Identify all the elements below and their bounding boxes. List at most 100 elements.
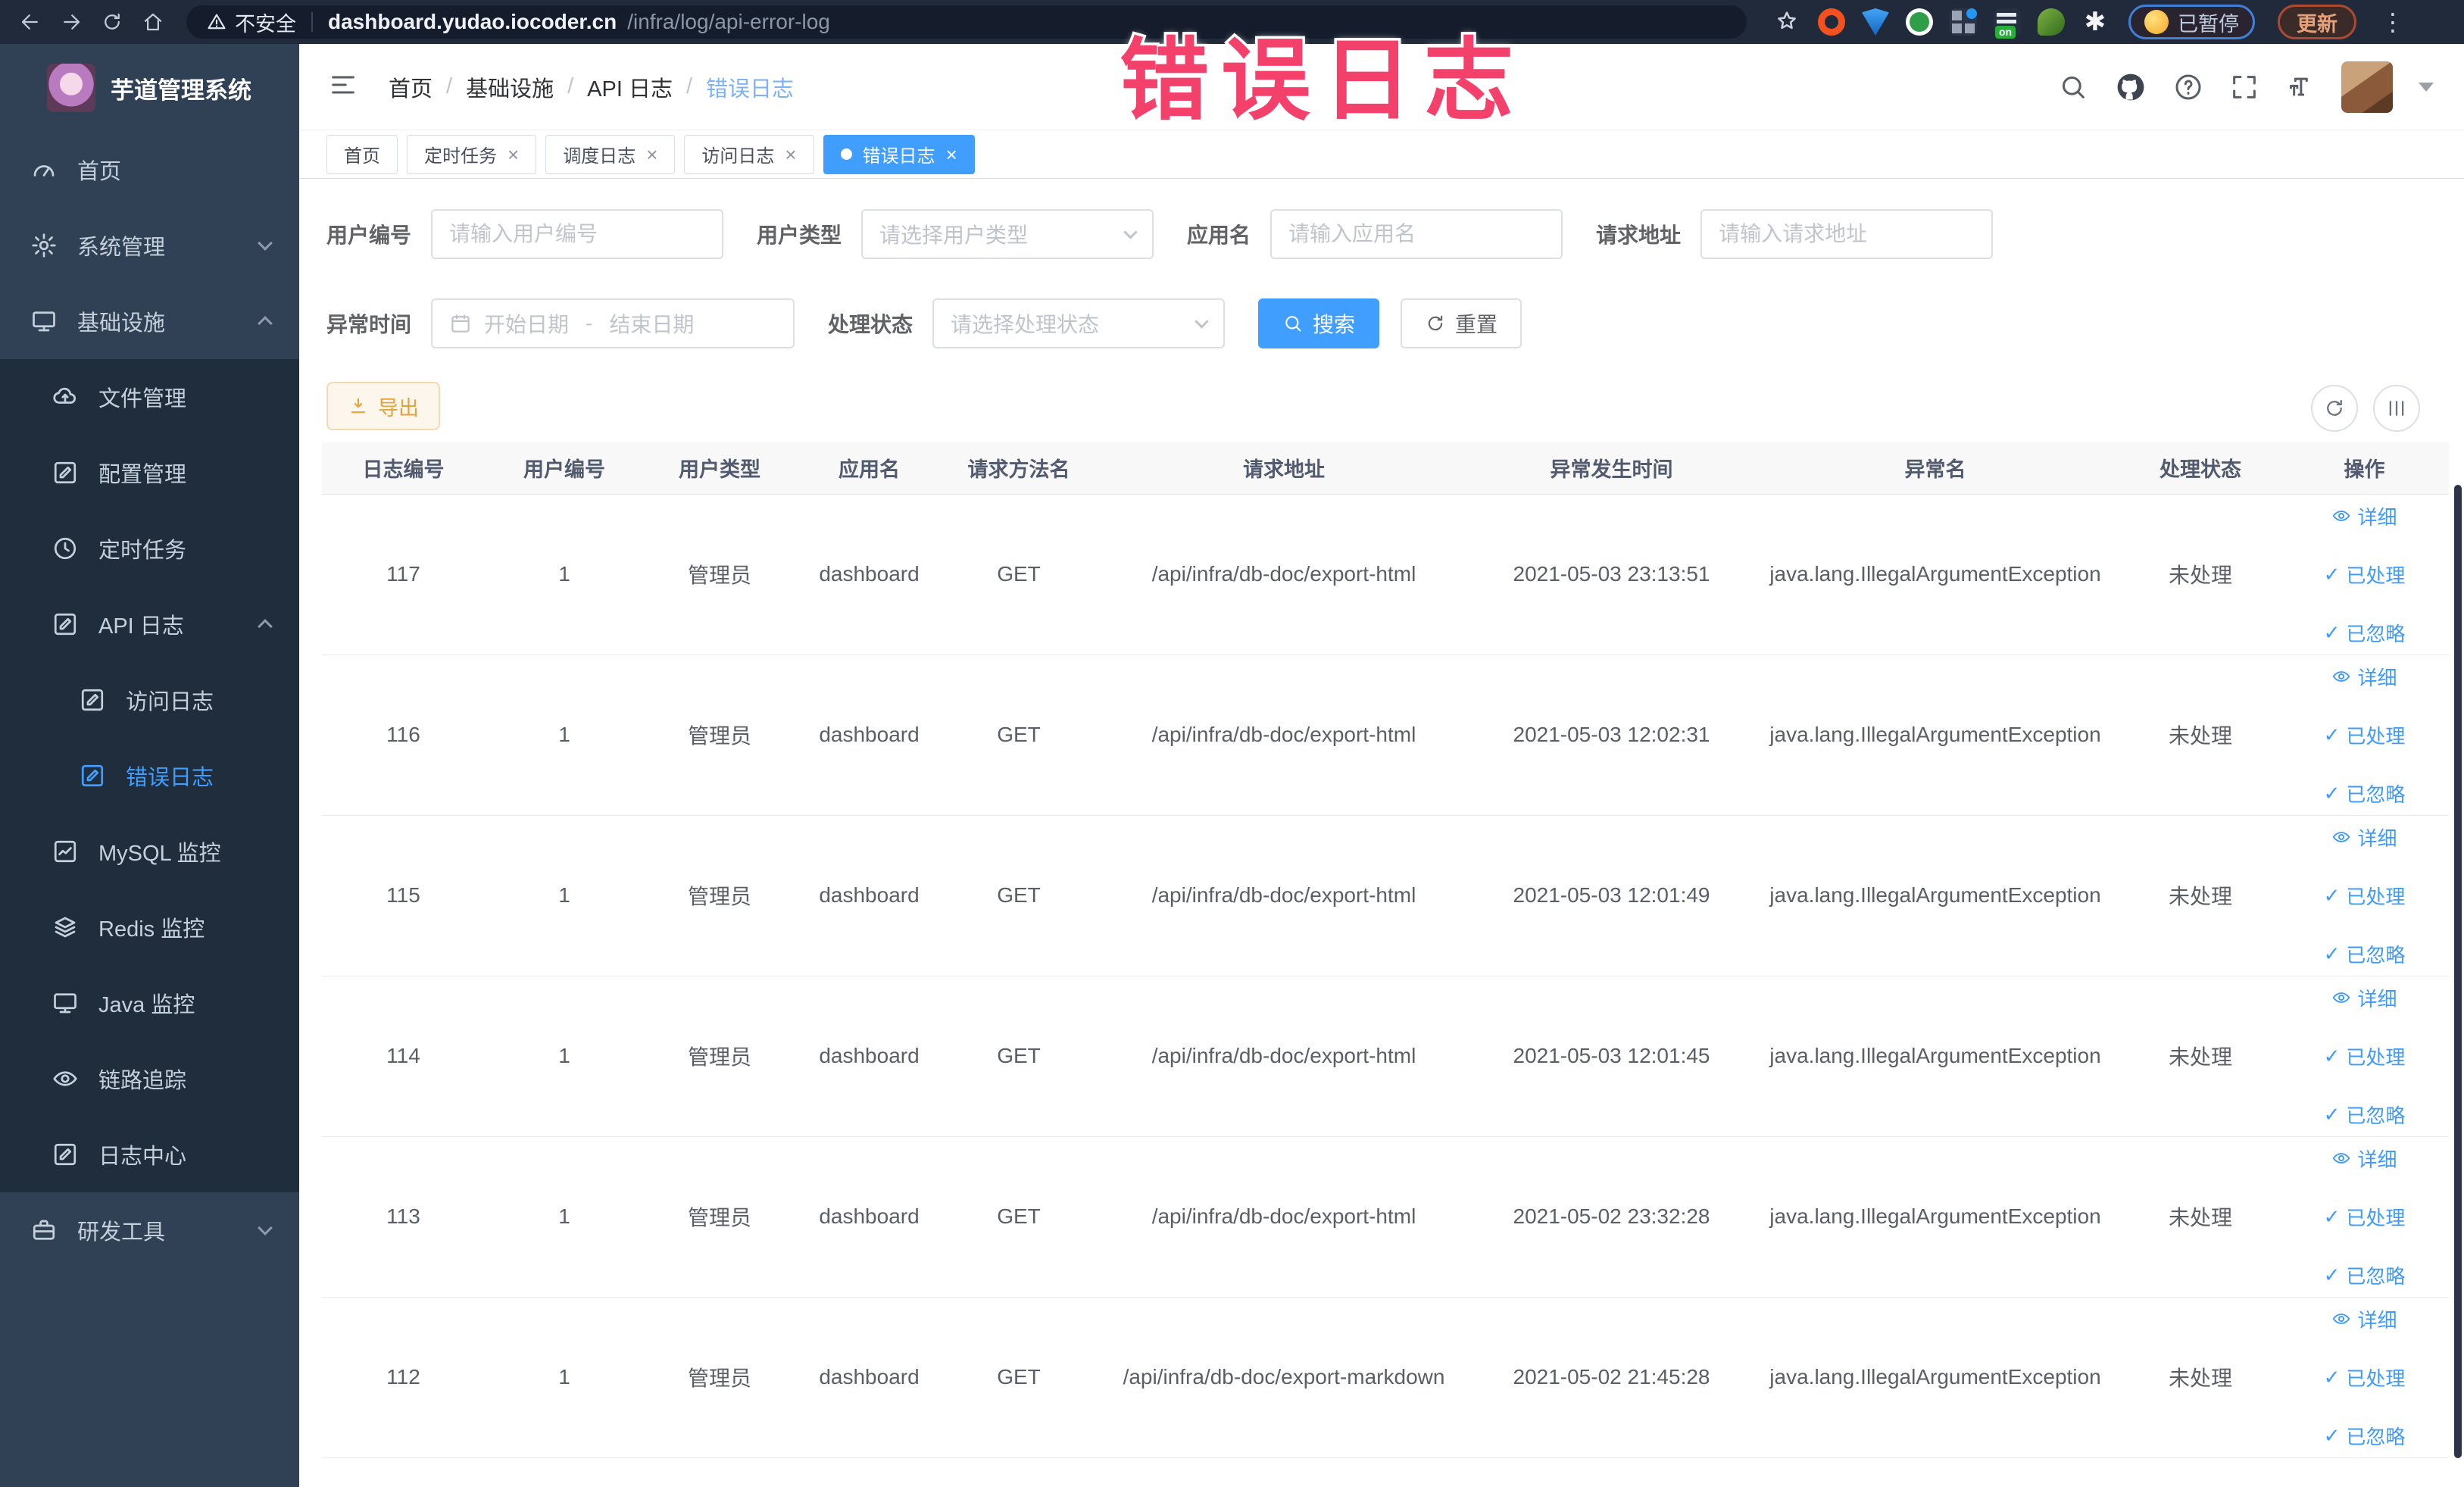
sidebar-item-tracing[interactable]: 链路追踪 <box>0 1041 299 1117</box>
github-icon[interactable] <box>2114 70 2147 104</box>
date-range-picker[interactable]: 开始日期 - 结束日期 <box>431 298 795 348</box>
mark-processed-link[interactable]: ✓ 已处理 <box>2324 561 2406 589</box>
close-icon[interactable]: × <box>646 145 657 164</box>
cell-status: 未处理 <box>2121 494 2280 655</box>
sidebar-item-dev-tools[interactable]: 研发工具 <box>0 1192 299 1268</box>
extension-orange-icon[interactable] <box>1818 8 1845 36</box>
tag-error-log[interactable]: 错误日志 × <box>823 134 975 174</box>
sidebar-item-api-log[interactable]: API 日志 <box>0 586 299 662</box>
font-size-icon[interactable] <box>2285 72 2316 102</box>
breadcrumb-item[interactable]: 基础设施 <box>466 71 554 103</box>
mark-ignored-link[interactable]: ✓ 已忽略 <box>2324 1261 2406 1289</box>
menu-fold-icon[interactable] <box>328 70 358 104</box>
address-bar[interactable]: 不安全 dashboard.yudao.iocoder.cn/infra/log… <box>186 5 1747 39</box>
tag-schedule-log[interactable]: 调度日志 × <box>545 134 676 174</box>
bookmark-star-icon[interactable] <box>1774 8 1801 36</box>
col-header: 日志编号 <box>322 442 485 495</box>
sidebar-item-log-center[interactable]: 日志中心 <box>0 1117 299 1192</box>
reset-button[interactable]: 重置 <box>1401 298 1522 348</box>
sidebar-item-redis-monitor[interactable]: Redis 监控 <box>0 889 299 965</box>
paused-extension-pill[interactable]: 已暂停 <box>2128 5 2255 39</box>
back-icon[interactable] <box>14 5 47 39</box>
sidebar-item-file-manage[interactable]: 文件管理 <box>0 359 299 435</box>
cell-url: /api/infra/db-doc/export-html <box>1095 654 1473 816</box>
reload-icon[interactable] <box>95 5 129 39</box>
check-icon: ✓ <box>2323 620 2341 644</box>
export-button[interactable]: 导出 <box>326 382 440 430</box>
cell-exception: java.lang.IllegalArgumentException <box>1750 654 2121 816</box>
sidebar-item-infra[interactable]: 基础设施 <box>0 283 299 359</box>
request-url-field[interactable] <box>1700 209 1994 259</box>
caret-down-icon[interactable] <box>2419 82 2434 92</box>
cell-app: dashboard <box>795 1136 943 1298</box>
breadcrumb-item[interactable]: API 日志 <box>587 71 673 103</box>
sidebar-item-system[interactable]: 系统管理 <box>0 208 299 283</box>
detail-link[interactable]: 详细 <box>2331 984 2397 1012</box>
app-name-input[interactable] <box>1288 222 1545 246</box>
mark-ignored-link[interactable]: ✓ 已忽略 <box>2324 1422 2406 1450</box>
breadcrumb-item[interactable]: 首页 <box>389 71 433 103</box>
sidebar-item-mysql-monitor[interactable]: MySQL 监控 <box>0 814 299 889</box>
check-icon: ✓ <box>2323 723 2341 746</box>
mark-processed-link[interactable]: ✓ 已处理 <box>2324 1203 2406 1231</box>
home-icon[interactable] <box>136 5 170 39</box>
app-name-field[interactable] <box>1270 209 1563 259</box>
detail-link[interactable]: 详细 <box>2331 502 2397 530</box>
refresh-table-button[interactable] <box>2311 385 2358 432</box>
extension-leaf-icon[interactable] <box>2038 8 2065 36</box>
mark-ignored-link[interactable]: ✓ 已忽略 <box>2324 940 2406 968</box>
tag-access-log[interactable]: 访问日志 × <box>684 134 814 174</box>
detail-link[interactable]: 详细 <box>2331 663 2397 691</box>
tag-home[interactable]: 首页 <box>326 134 398 174</box>
screen: 不安全 dashboard.yudao.iocoder.cn/infra/log… <box>0 0 2464 1487</box>
sidebar-item-home[interactable]: 首页 <box>0 132 299 208</box>
sidebar-item-access-log[interactable]: 访问日志 <box>0 662 299 738</box>
column-settings-button[interactable] <box>2373 385 2420 432</box>
detail-link[interactable]: 详细 <box>2331 1305 2397 1333</box>
tag-scheduled-jobs[interactable]: 定时任务 × <box>407 134 537 174</box>
sidebar-item-config-manage[interactable]: 配置管理 <box>0 435 299 511</box>
mark-processed-link[interactable]: ✓ 已处理 <box>2324 882 2406 910</box>
table-toolbar: 导出 <box>326 382 440 430</box>
avatar[interactable] <box>2341 61 2393 113</box>
extension-on-badge: on <box>1995 26 2016 39</box>
sidebar-item-scheduled-jobs[interactable]: 定时任务 <box>0 511 299 586</box>
user-id-input[interactable] <box>449 222 706 246</box>
extension-grid-icon[interactable] <box>1950 8 1977 36</box>
mark-processed-link[interactable]: ✓ 已处理 <box>2324 721 2406 749</box>
cell-method: GET <box>943 815 1095 976</box>
reset-button-label: 重置 <box>1455 313 1498 336</box>
table-settings-buttons <box>2311 385 2420 432</box>
extension-green-icon[interactable] <box>1906 8 1933 36</box>
mark-ignored-link[interactable]: ✓ 已忽略 <box>2324 1101 2406 1129</box>
browser-update-button[interactable]: 更新 <box>2278 5 2356 39</box>
user-type-select[interactable]: 请选择用户类型 <box>861 209 1154 259</box>
search-icon[interactable] <box>2058 72 2088 102</box>
fullscreen-icon[interactable] <box>2229 72 2259 102</box>
close-icon[interactable]: × <box>946 145 957 164</box>
close-icon[interactable]: × <box>785 145 796 164</box>
eye-icon <box>53 1071 77 1086</box>
detail-link[interactable]: 详细 <box>2331 823 2397 851</box>
help-icon[interactable] <box>2173 72 2203 102</box>
mark-processed-link[interactable]: ✓ 已处理 <box>2324 1042 2406 1070</box>
sidebar-item-java-monitor[interactable]: Java 监控 <box>0 965 299 1041</box>
search-button[interactable]: 搜索 <box>1258 298 1380 348</box>
app-logo-row[interactable]: 芋道管理系统 <box>0 44 299 132</box>
mark-ignored-link[interactable]: ✓ 已忽略 <box>2324 619 2406 647</box>
extension-toggle-icon[interactable]: on <box>1994 8 2021 39</box>
user-id-field[interactable] <box>431 209 724 259</box>
extension-shield-icon[interactable] <box>1862 8 1889 36</box>
forward-icon[interactable] <box>55 5 88 39</box>
sidebar-item-error-log[interactable]: 错误日志 <box>0 738 299 814</box>
browser-menu-icon[interactable]: ⋮ <box>2381 8 2405 36</box>
vertical-scrollbar[interactable] <box>2454 485 2462 1458</box>
mark-ignored-link[interactable]: ✓ 已忽略 <box>2324 779 2406 808</box>
extensions-puzzle-icon[interactable]: ✱ <box>2081 8 2109 36</box>
close-icon[interactable]: × <box>507 145 519 164</box>
request-url-input[interactable] <box>1719 222 1975 246</box>
cell-method: GET <box>943 1136 1095 1298</box>
detail-link[interactable]: 详细 <box>2331 1145 2397 1173</box>
mark-processed-link[interactable]: ✓ 已处理 <box>2324 1364 2406 1392</box>
process-status-select[interactable]: 请选择处理状态 <box>932 298 1226 348</box>
